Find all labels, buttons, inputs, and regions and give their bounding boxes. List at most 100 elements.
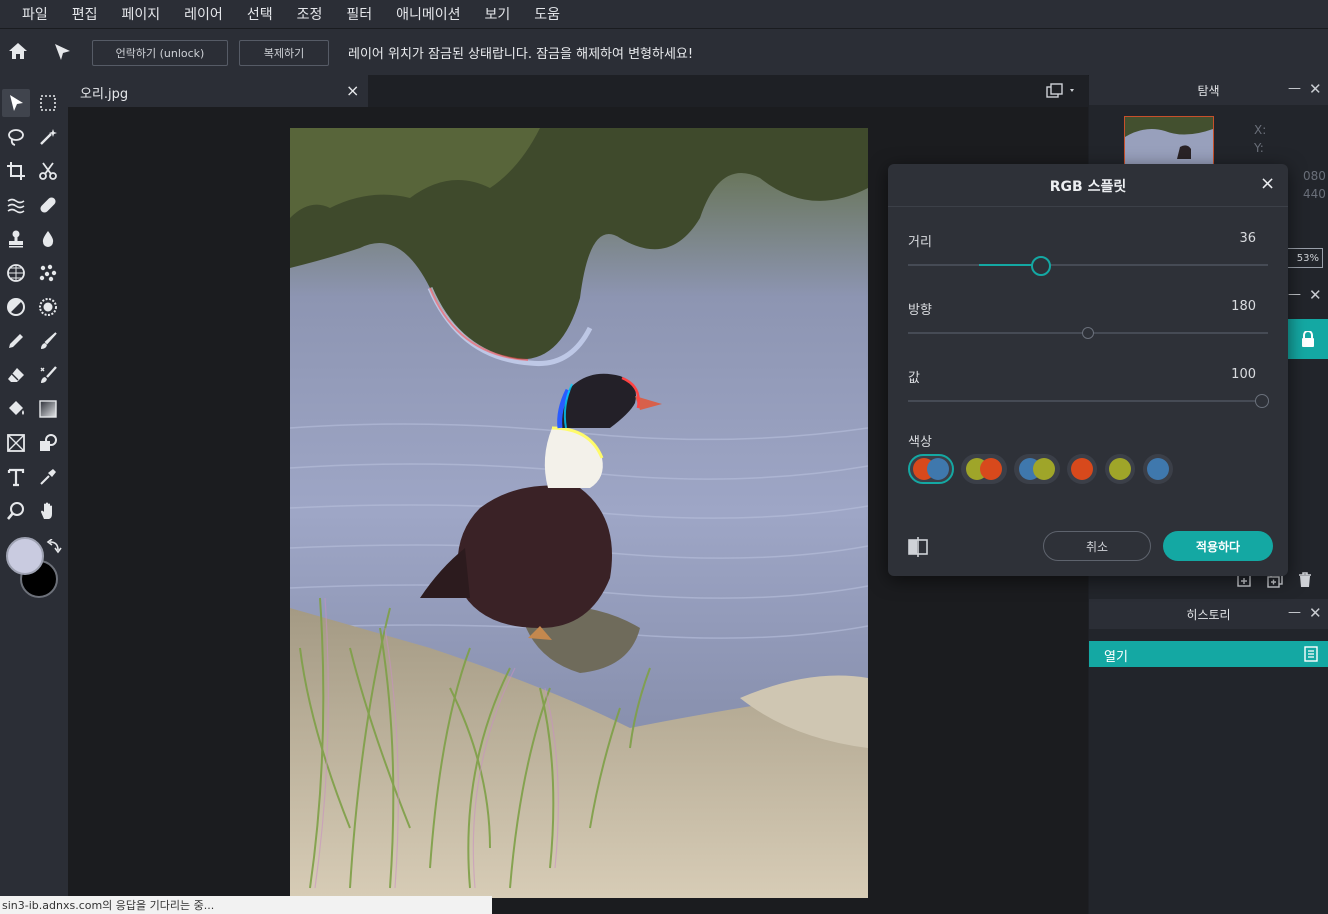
- history-title: 히스토리: [1186, 607, 1231, 622]
- minimize-icon[interactable]: —: [1288, 81, 1301, 96]
- nav-y-label: Y:: [1254, 141, 1264, 155]
- tools-panel: [0, 75, 68, 914]
- swatch-olive[interactable]: [1105, 454, 1135, 484]
- distance-value: 36: [1239, 231, 1256, 246]
- select-tool-icon[interactable]: [2, 89, 30, 117]
- trash-icon[interactable]: [1297, 571, 1313, 593]
- replace-color-icon[interactable]: [34, 361, 62, 389]
- liquify-icon[interactable]: [2, 191, 30, 219]
- swatch-dot: [1109, 458, 1131, 480]
- pencil-icon[interactable]: [2, 327, 30, 355]
- swatch-dot: [1071, 458, 1093, 480]
- dialog-header: RGB 스플릿 ×: [888, 164, 1288, 207]
- home-icon[interactable]: [8, 41, 28, 65]
- duplicate-button[interactable]: 복제하기: [239, 40, 329, 66]
- amount-slider-knob[interactable]: [1255, 394, 1269, 408]
- duck-photo[interactable]: [290, 128, 868, 898]
- layer-lock-icon[interactable]: [1287, 319, 1328, 359]
- menu-view[interactable]: 보기: [473, 4, 523, 24]
- menu-adjust[interactable]: 조정: [285, 4, 335, 24]
- particles-icon[interactable]: [34, 259, 62, 287]
- unlock-button[interactable]: 언락하기 (unlock): [92, 40, 228, 66]
- swatch-dot: [927, 458, 949, 480]
- navigator-thumbnail[interactable]: [1124, 116, 1214, 168]
- zoom-icon[interactable]: [2, 497, 30, 525]
- menu-filter[interactable]: 필터: [334, 4, 384, 24]
- move-tool-icon[interactable]: [52, 42, 72, 66]
- blur-drop-icon[interactable]: [34, 225, 62, 253]
- direction-value: 180: [1231, 299, 1256, 314]
- swatch-dot: [1147, 458, 1169, 480]
- nav-x-label: X:: [1254, 123, 1267, 137]
- swatch-blue[interactable]: [1143, 454, 1173, 484]
- menu-layer[interactable]: 레이어: [172, 4, 235, 24]
- close-tab-icon[interactable]: ×: [346, 81, 359, 100]
- menu-animation[interactable]: 애니메이션: [384, 4, 472, 24]
- options-bar: 언락하기 (unlock) 복제하기 레이어 위치가 잠금된 상태랍니다. 잠금…: [0, 28, 1328, 76]
- gradient-icon[interactable]: [34, 395, 62, 423]
- swatch-red[interactable]: [1067, 454, 1097, 484]
- swatch-olive-red[interactable]: [961, 454, 1007, 484]
- paint-bucket-icon[interactable]: [2, 395, 30, 423]
- swatch-dot: [1033, 458, 1055, 480]
- history-close-icon[interactable]: ✕: [1309, 604, 1322, 622]
- navigator-title: 탐색: [1197, 83, 1220, 98]
- layers-minimize-icon[interactable]: —: [1288, 287, 1301, 302]
- layers-close-icon[interactable]: ✕: [1309, 286, 1322, 304]
- primary-color[interactable]: [6, 537, 44, 575]
- menu-page[interactable]: 페이지: [110, 4, 173, 24]
- lasso-icon[interactable]: [2, 123, 30, 151]
- document-icon: [1303, 646, 1319, 666]
- swatch-blue-olive[interactable]: [1014, 454, 1060, 484]
- menu-file[interactable]: 파일: [0, 4, 60, 24]
- document-tab[interactable]: 오리.jpg ×: [68, 75, 368, 107]
- amount-label: 값: [908, 371, 920, 386]
- history-minimize-icon[interactable]: —: [1288, 605, 1301, 620]
- menu-help[interactable]: 도움: [522, 4, 572, 24]
- amount-slider-track[interactable]: [908, 400, 1268, 402]
- shapes-icon[interactable]: [34, 429, 62, 457]
- menu-bar: 파일 편집 페이지 레이어 선택 조정 필터 애니메이션 보기 도움: [0, 0, 1328, 28]
- marquee-icon[interactable]: [34, 89, 62, 117]
- magic-wand-icon[interactable]: [34, 123, 62, 151]
- swatch-red-blue[interactable]: [908, 454, 954, 484]
- menu-edit[interactable]: 편집: [60, 4, 110, 24]
- distance-label: 거리: [908, 235, 932, 250]
- arrange-windows-icon[interactable]: [1046, 83, 1078, 103]
- history-item-label: 열기: [1104, 650, 1128, 665]
- bandage-icon[interactable]: [34, 191, 62, 219]
- direction-label: 방향: [908, 303, 932, 318]
- document-tab-name: 오리.jpg: [80, 87, 129, 102]
- text-tool-icon[interactable]: [2, 463, 30, 491]
- lock-message: 레이어 위치가 잠금된 상태랍니다. 잠금을 해제하여 변형하세요!: [348, 47, 694, 62]
- dodge-icon[interactable]: [2, 293, 30, 321]
- rgb-split-dialog: RGB 스플릿 × 거리 36 방향 180 값 100 색상 취소 적용하다: [888, 164, 1288, 576]
- dialog-close-icon[interactable]: ×: [1260, 173, 1275, 194]
- sponge-icon[interactable]: [34, 293, 62, 321]
- amount-value: 100: [1231, 367, 1256, 382]
- swap-colors-icon[interactable]: [46, 538, 62, 559]
- shape-frame-icon[interactable]: [2, 429, 30, 457]
- nav-height-partial: 440: [1303, 187, 1326, 201]
- dialog-title: RGB 스플릿: [1049, 179, 1127, 195]
- eyedropper-icon[interactable]: [34, 463, 62, 491]
- color-label: 색상: [908, 435, 932, 450]
- history-item-open[interactable]: 열기: [1089, 641, 1328, 667]
- crop-icon[interactable]: [2, 157, 30, 185]
- compare-toggle-icon[interactable]: [907, 537, 929, 561]
- menu-select[interactable]: 선택: [235, 4, 285, 24]
- distance-slider-knob[interactable]: [1031, 256, 1052, 276]
- nav-width-partial: 080: [1303, 169, 1326, 183]
- direction-slider-knob[interactable]: [1082, 327, 1094, 339]
- cancel-button[interactable]: 취소: [1043, 531, 1151, 561]
- stamp-icon[interactable]: [2, 225, 30, 253]
- apply-button[interactable]: 적용하다: [1163, 531, 1273, 561]
- distance-slider-track[interactable]: [908, 264, 1268, 266]
- eraser-icon[interactable]: [2, 361, 30, 389]
- brush-icon[interactable]: [34, 327, 62, 355]
- zoom-field[interactable]: 53%: [1285, 248, 1323, 268]
- hand-icon[interactable]: [34, 497, 62, 525]
- close-icon[interactable]: ✕: [1309, 80, 1322, 98]
- pattern-icon[interactable]: [2, 259, 30, 287]
- scissors-icon[interactable]: [34, 157, 62, 185]
